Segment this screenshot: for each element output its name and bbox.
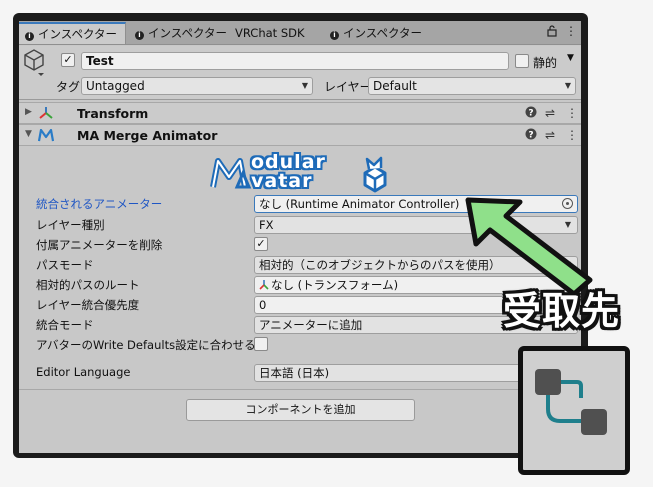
info-icon: i <box>330 31 339 40</box>
modular-avatar-icon <box>37 128 55 145</box>
chevron-down-icon: ▼ <box>301 81 308 90</box>
relative-root-value: なし (トランスフォーム) <box>271 278 399 292</box>
gameobject-cube-icon <box>23 49 47 77</box>
tab-vrchat-sdk[interactable]: VRChat SDK <box>229 22 313 44</box>
info-icon: i <box>135 31 144 40</box>
static-label: 静的 <box>533 56 558 70</box>
component-menu-icon[interactable]: ⋮ <box>566 128 578 142</box>
modular-avatar-logo: odular vatar <box>209 151 399 193</box>
field-label-match-write-defaults: アバターのWrite Defaults設定に合わせる <box>36 338 256 352</box>
component-menu-icon[interactable]: ⋮ <box>566 106 578 120</box>
active-checkbox[interactable]: ✓ <box>61 53 75 67</box>
tab-inspector-3[interactable]: i インスペクター <box>324 22 430 44</box>
layer-dropdown[interactable]: Default ▼ <box>368 77 576 95</box>
tag-label: タグ <box>56 80 81 94</box>
object-name-field[interactable]: Test <box>81 52 509 70</box>
tab-bar: i インスペクター i インスペクター VRChat SDK i インスペクター ⋮ <box>19 21 581 45</box>
static-dropdown-arrow-icon[interactable]: ▼ <box>567 53 574 63</box>
field-label-path-mode: パスモード <box>36 258 94 272</box>
merge-diagram-icon <box>535 369 607 435</box>
merge-mode-value: アニメーターに追加 <box>259 318 363 332</box>
transform-component-header[interactable]: ▶ Transform ? ⇌ ⋮ <box>19 102 581 124</box>
object-header: ✓ Test 静的 ▼ タグ Untagged ▼ レイヤー Default ▼ <box>19 46 581 100</box>
tab-label: VRChat SDK <box>235 26 305 40</box>
add-component-button[interactable]: コンポーネントを追加 <box>186 399 415 421</box>
help-icon[interactable]: ? <box>525 128 537 143</box>
field-label-delete-attached: 付属アニメーターを削除 <box>36 238 163 252</box>
tab-label: インスペクター <box>148 26 228 40</box>
tag-value: Untagged <box>86 79 145 93</box>
merge-animator-title: MA Merge Animator <box>77 128 218 143</box>
divider <box>19 389 581 390</box>
field-label-merge-mode: 統合モード <box>36 318 94 332</box>
presets-icon[interactable]: ⇌ <box>545 106 555 120</box>
tag-dropdown[interactable]: Untagged ▼ <box>81 77 313 95</box>
transform-icon <box>259 278 269 293</box>
field-label-layer-type: レイヤー種別 <box>36 218 105 232</box>
match-write-defaults-checkbox[interactable] <box>254 337 268 351</box>
info-icon: i <box>25 32 34 41</box>
delete-attached-checkbox[interactable]: ✓ <box>254 237 268 251</box>
tab-inspector-1[interactable]: i インスペクター <box>19 22 127 44</box>
field-label-editor-language: Editor Language <box>36 365 131 379</box>
layer-label: レイヤー <box>324 80 372 94</box>
static-checkbox[interactable] <box>515 54 529 68</box>
lock-icon[interactable] <box>547 25 557 40</box>
help-icon[interactable]: ? <box>525 106 537 121</box>
tab-inspector-2[interactable]: i インスペクター <box>129 22 235 44</box>
annotation-merge-icon <box>518 346 630 475</box>
logo-text-line2: vatar <box>251 170 313 192</box>
field-label-animator: 統合されるアニメーター <box>36 197 163 211</box>
fold-arrow-icon[interactable]: ▼ <box>25 129 32 139</box>
svg-text:?: ? <box>528 109 533 119</box>
editor-language-value: 日本語 (日本) <box>259 366 330 380</box>
merge-animator-component-header[interactable]: ▼ MA Merge Animator ? ⇌ ⋮ <box>19 124 581 146</box>
layer-type-value: FX <box>259 218 274 232</box>
tab-menu-icon[interactable]: ⋮ <box>565 24 577 38</box>
field-label-layer-priority: レイヤー統合優先度 <box>36 298 140 312</box>
chevron-down-icon: ▼ <box>564 81 571 90</box>
transform-title: Transform <box>77 106 149 121</box>
tab-label: インスペクター <box>38 27 118 41</box>
annotation-label: 受取先 <box>503 289 621 333</box>
animator-value: なし (Runtime Animator Controller) <box>259 197 460 211</box>
svg-text:?: ? <box>528 131 533 141</box>
layer-value: Default <box>373 79 417 93</box>
field-label-relative-root: 相対的パスのルート <box>36 278 140 292</box>
tab-label: インスペクター <box>343 26 423 40</box>
presets-icon[interactable]: ⇌ <box>545 128 555 142</box>
fold-arrow-icon[interactable]: ▶ <box>25 107 32 117</box>
transform-icon <box>39 106 53 123</box>
